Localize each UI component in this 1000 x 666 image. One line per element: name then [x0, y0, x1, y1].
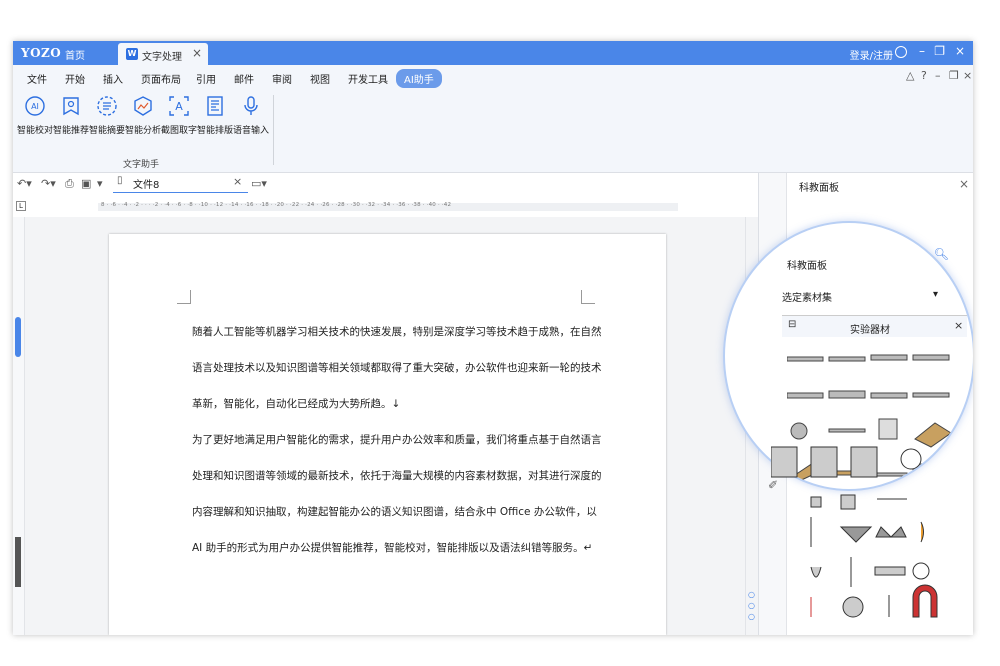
text-line-1[interactable]: 随着人工智能等机器学习相关技术的快速发展，特别是深度学习等技术趋于成熟，在自然: [192, 324, 602, 340]
doc-file-icon: ▯: [117, 175, 123, 186]
page-nav-icons[interactable]: ○ ○ ○: [748, 589, 755, 622]
sidebar-close-icon[interactable]: ×: [959, 177, 969, 191]
ai-proofread-icon: AI: [25, 96, 45, 116]
voice-input-button[interactable]: 语音输入: [233, 95, 269, 136]
vertical-ruler[interactable]: [13, 217, 25, 635]
svg-text:AI: AI: [31, 102, 39, 111]
document-tab-label: 文字处理: [142, 52, 182, 63]
print-preview-icon[interactable]: ⎙: [65, 177, 74, 191]
menu-page-layout[interactable]: 页面布局: [141, 71, 181, 86]
word-icon: W: [126, 48, 138, 60]
panel-close-icon[interactable]: ×: [953, 267, 962, 280]
microphone-icon: [244, 96, 258, 115]
doc-minimize-icon[interactable]: –: [935, 69, 941, 82]
doc-close-icon[interactable]: ×: [963, 69, 972, 82]
equipment-grid-lower: [770, 437, 941, 630]
document-page[interactable]: 随着人工智能等机器学习相关技术的快速发展，特别是深度学习等技术趋于成熟，在自然 …: [109, 234, 666, 635]
title-bar: YOZO 首页 W 文字处理 × 登录/注册 – ❐ ×: [13, 41, 973, 65]
text-line-5[interactable]: 处理和知识图谱等领域的最新技术，依托于海量大规模的内容素材数据，对其进行深度的: [192, 468, 602, 484]
app-window: YOZO 首页 W 文字处理 × 登录/注册 – ❐ × 文件 开始 插入 页面…: [13, 41, 973, 635]
close-window-icon[interactable]: ×: [955, 44, 965, 58]
restore-icon[interactable]: ❐: [934, 44, 945, 58]
user-icon[interactable]: [895, 46, 907, 58]
horizontal-ruler[interactable]: L 8 · ·6 · ·4 · ·2 · · · ·2 · ·4 · ·6 · …: [13, 197, 758, 217]
menu-references[interactable]: 引用: [196, 71, 216, 86]
ruler-marks: 8 · ·6 · ·4 · ·2 · · · ·2 · ·4 · ·6 · ·8…: [101, 202, 452, 208]
ribbon-divider: [273, 95, 274, 165]
ribbon: AI 智能校对 智能推荐 智能摘要 智能分析 A 截图取字 智能排版 语音输入 …: [13, 89, 973, 173]
tab-stop-icon[interactable]: L: [16, 201, 26, 211]
menu-ai-assistant[interactable]: AI助手: [396, 69, 442, 88]
customize-icon[interactable]: ▾: [97, 177, 103, 190]
document-tab[interactable]: W 文字处理 ×: [118, 43, 208, 65]
document-workspace: 随着人工智能等机器学习相关技术的快速发展，特别是深度学习等技术趋于成熟，在自然 …: [25, 217, 745, 635]
menu-file[interactable]: 文件: [27, 71, 47, 86]
collapse-ribbon-icon[interactable]: △: [906, 69, 914, 82]
undo-icon[interactable]: ↶▾: [17, 177, 32, 190]
text-line-6[interactable]: 内容理解和知识抽取，构建起智能办公的语义知识图谱，结合永中 Office 办公软…: [192, 504, 597, 520]
menu-developer[interactable]: 开发工具: [348, 71, 388, 86]
screenshot-text-icon: A: [169, 96, 189, 116]
recommend-icon: [63, 97, 79, 116]
text-line-7[interactable]: AI 助手的形式为用户办公提供智能推荐，智能校对，智能排版以及语法纠错等服务。↵: [192, 540, 592, 556]
ribbon-group-label: 文字助手: [123, 160, 160, 170]
login-link[interactable]: 登录/注册: [850, 47, 893, 62]
text-line-2[interactable]: 语言处理技术以及知识图谱等相关领域都取得了重大突破，办公软件也迎来新一轮的技术: [192, 360, 602, 376]
doc-restore-icon[interactable]: ❐: [949, 69, 959, 82]
help-icon[interactable]: ?: [921, 69, 927, 82]
save-icon[interactable]: ▣: [81, 177, 91, 190]
svg-text:A: A: [175, 100, 183, 113]
doc-file-name: 文件8: [133, 180, 160, 191]
home-tab[interactable]: 首页: [65, 47, 85, 62]
select-dropdown-icon[interactable]: ▾: [933, 289, 938, 300]
menu-mail[interactable]: 邮件: [234, 71, 254, 86]
menu-review[interactable]: 审阅: [272, 71, 292, 86]
summary-icon: [97, 96, 117, 116]
magnified-panel-title: 科教面板: [787, 261, 827, 272]
material-set-select[interactable]: 选定素材集: [782, 289, 832, 304]
app-logo: YOZO: [21, 46, 62, 60]
group-close-icon[interactable]: ×: [954, 319, 963, 332]
layout-icon: [207, 96, 223, 116]
material-group-title: 实验器材: [850, 325, 890, 336]
menu-bar: 文件 开始 插入 页面布局 引用 邮件 审阅 视图 开发工具 AI助手 △ ? …: [13, 65, 973, 89]
collapse-group-icon[interactable]: ⊟: [788, 319, 796, 330]
text-line-4[interactable]: 为了更好地满足用户智能化的需求，提升用户办公效率和质量，我们将重点基于自然语言: [192, 432, 602, 448]
close-tab-icon[interactable]: ×: [192, 46, 202, 60]
doc-file-close-icon[interactable]: ×: [233, 175, 242, 188]
analysis-icon: [134, 96, 152, 116]
quick-access-bar: ↶▾ ↷▾ ⎙ ▣ ▾ ▯ 文件8 × ▭▾: [13, 173, 758, 195]
material-group-header[interactable]: ⊟ 实验器材 ×: [782, 315, 967, 337]
minimize-icon[interactable]: –: [919, 44, 925, 58]
menu-start[interactable]: 开始: [65, 71, 85, 86]
doc-file-tab[interactable]: ▯ 文件8 ×: [113, 173, 248, 193]
menu-view[interactable]: 视图: [310, 71, 330, 86]
text-line-3[interactable]: 革新，智能化，自动化已经成为大势所趋。↓: [192, 396, 400, 412]
sidebar-title: 科教面板: [799, 183, 839, 194]
redo-icon[interactable]: ↷▾: [41, 177, 56, 190]
menu-insert[interactable]: 插入: [103, 71, 123, 86]
new-doc-icon[interactable]: ▭▾: [251, 177, 267, 190]
